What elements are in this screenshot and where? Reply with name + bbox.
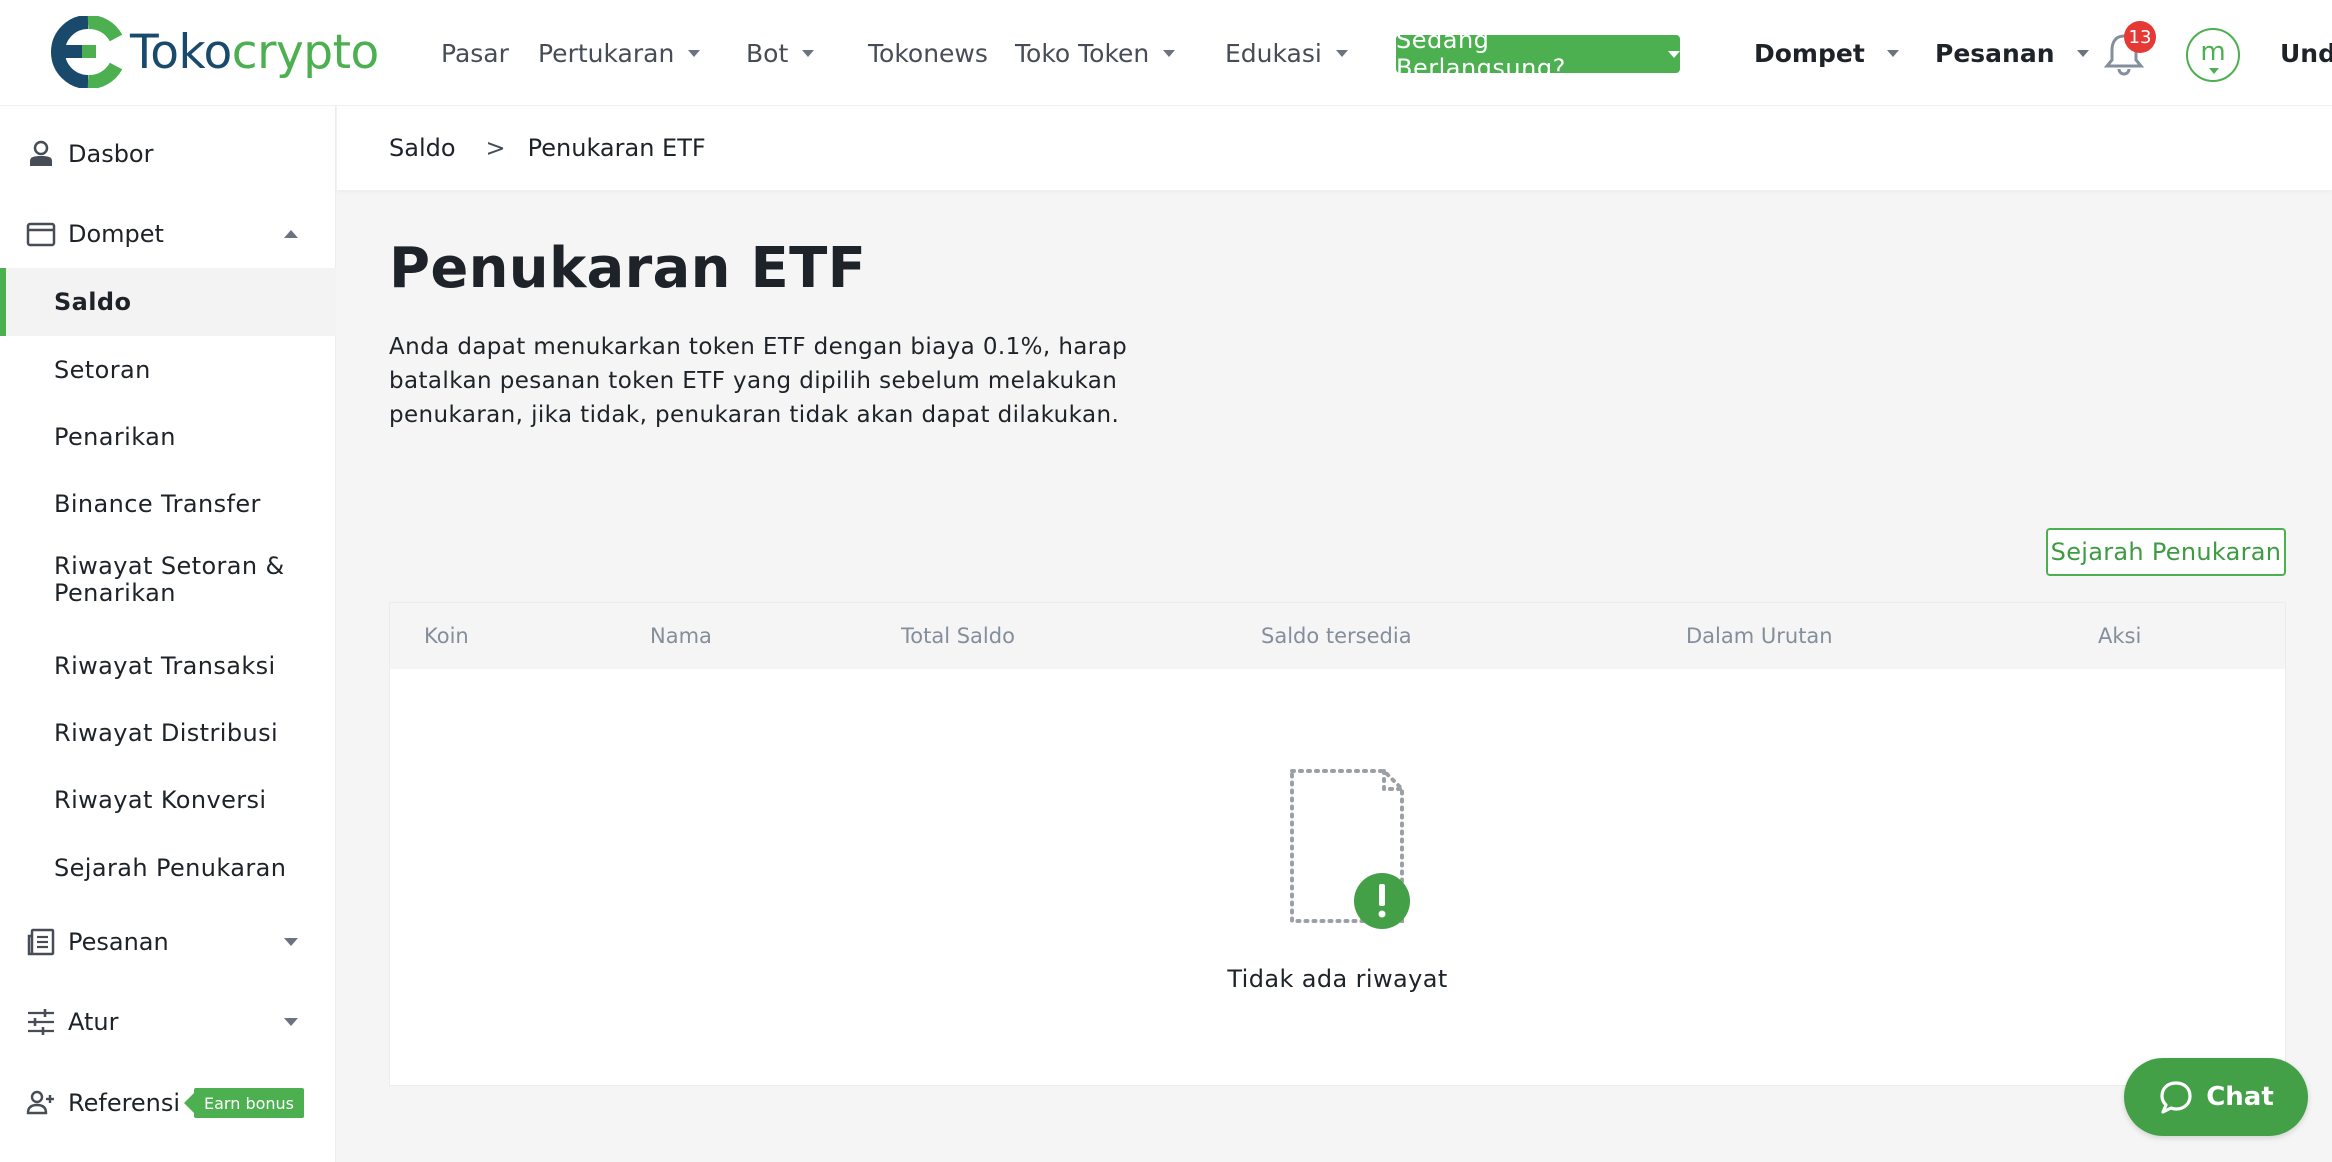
nav-pesanan-label: Pesanan: [1935, 38, 2055, 68]
sliders-icon: [28, 1009, 54, 1035]
top-navbar: Tokocrypto Pasar Pertukaran Bot Tokonews…: [0, 0, 2332, 106]
sidebar-sub-label: Sejarah Penukaran: [54, 854, 287, 882]
live-event-button[interactable]: Sedang Berlangsung?: [1396, 26, 1680, 82]
exchange-history-button[interactable]: Sejarah Penukaran: [2046, 528, 2286, 576]
column-header-aksi: Aksi: [2098, 624, 2142, 648]
live-event-label: Sedang Berlangsung?: [1396, 26, 1566, 82]
caret-down-icon: [688, 49, 701, 57]
tokocrypto-logo[interactable]: Tokocrypto: [48, 16, 379, 88]
column-header-koin: Koin: [424, 624, 469, 648]
caret-down-icon: [1163, 49, 1176, 57]
chat-button[interactable]: Chat: [2124, 1058, 2308, 1136]
nav-tokonews-label: Tokonews: [868, 38, 988, 68]
nav-dompet[interactable]: Dompet: [1754, 0, 1899, 106]
wallet-icon: [26, 222, 56, 247]
breadcrumb-separator: >: [485, 134, 506, 162]
nav-dompet-label: Dompet: [1754, 38, 1865, 68]
sidebar-item-label: Dompet: [68, 220, 164, 248]
add-user-icon: [26, 1090, 54, 1115]
sidebar-item-dasbor[interactable]: Dasbor: [0, 130, 336, 178]
sidebar-item-label: Atur: [68, 1008, 119, 1036]
nav-toko-token-label: Toko Token: [1015, 38, 1150, 68]
sidebar-item-pesanan[interactable]: Pesanan: [0, 918, 336, 966]
sidebar-sub-riwayat-transaksi[interactable]: Riwayat Transaksi: [0, 646, 336, 686]
chat-label: Chat: [2206, 1082, 2274, 1112]
user-avatar[interactable]: m: [2186, 28, 2240, 82]
sidebar-sub-label: Binance Transfer: [54, 490, 261, 518]
sidebar-item-label: Dasbor: [68, 140, 154, 168]
orders-list-icon: [27, 928, 55, 956]
chevron-up-icon: [284, 230, 298, 238]
sidebar-sub-sejarah-penukaran[interactable]: Sejarah Penukaran: [0, 848, 336, 888]
sidebar-sub-label: Setoran: [54, 356, 151, 384]
sidebar-sub-riwayat-konversi[interactable]: Riwayat Konversi: [0, 780, 336, 820]
nav-download-label: Undu: [2280, 38, 2332, 68]
etf-table: Koin Nama Total Saldo Saldo tersedia Dal…: [389, 602, 2286, 1086]
breadcrumb: Saldo > Penukaran ETF: [337, 106, 2332, 190]
sidebar-item-referensi[interactable]: Referensi Earn bonus: [0, 1079, 336, 1127]
nav-tokonews[interactable]: Tokonews: [868, 0, 988, 106]
breadcrumb-link-saldo[interactable]: Saldo: [389, 134, 456, 162]
sidebar-item-atur[interactable]: Atur: [0, 998, 336, 1046]
logo-wordmark-part2: crypto: [231, 24, 380, 80]
chevron-down-icon: [284, 1018, 298, 1026]
sidebar-sub-setoran[interactable]: Setoran: [0, 350, 336, 390]
sidebar-sub-label: Saldo: [54, 288, 132, 316]
nav-download[interactable]: Undu: [2280, 0, 2332, 106]
sidebar-sub-label: Riwayat Transaksi: [54, 652, 276, 680]
sidebar-sub-penarikan[interactable]: Penarikan: [0, 417, 336, 457]
nav-pertukaran[interactable]: Pertukaran: [538, 0, 701, 106]
sidebar-sub-label: Riwayat Distribusi: [54, 719, 279, 747]
caret-down-icon: [2076, 49, 2089, 57]
caret-down-icon: [1335, 49, 1348, 57]
earn-bonus-badge: Earn bonus: [184, 1088, 304, 1118]
sidebar-item-label: Pesanan: [68, 928, 169, 956]
chevron-down-icon: [284, 938, 298, 946]
sidebar-sub-label: Riwayat Setoran &: [54, 552, 285, 580]
nav-edukasi-label: Edukasi: [1225, 38, 1322, 68]
caret-down-icon: [1886, 49, 1899, 57]
sidebar-sub-label: Penarikan: [54, 579, 176, 607]
logo-wordmark: Tokocrypto: [130, 29, 379, 76]
nav-pasar-label: Pasar: [441, 38, 509, 68]
caret-down-icon: [2209, 68, 2219, 74]
sidebar-sub-riwayat-distribusi[interactable]: Riwayat Distribusi: [0, 713, 336, 753]
empty-state: Tidak ada riwayat: [390, 669, 2285, 1087]
sidebar-sub-saldo[interactable]: Saldo: [0, 268, 336, 336]
sidebar-sub-binance-transfer[interactable]: Binance Transfer: [0, 484, 336, 524]
nav-bot[interactable]: Bot: [746, 0, 815, 106]
sidebar-sub-riwayat-setoran-penarikan[interactable]: Riwayat Setoran & Penarikan: [0, 553, 336, 615]
breadcrumb-current: Penukaran ETF: [527, 134, 706, 162]
nav-bot-label: Bot: [746, 38, 789, 68]
sidebar-item-label: Referensi: [68, 1089, 181, 1117]
nav-pesanan[interactable]: Pesanan: [1935, 0, 2089, 106]
sidebar-sub-label: Riwayat Konversi: [54, 786, 267, 814]
empty-state-text: Tidak ada riwayat: [1227, 965, 1448, 993]
sidebar-sub-label: Penarikan: [54, 423, 176, 451]
sidebar-item-dompet[interactable]: Dompet: [0, 210, 336, 258]
user-icon: [30, 140, 52, 166]
tokocrypto-logo-icon: [51, 16, 123, 88]
column-header-dalam-urutan: Dalam Urutan: [1686, 624, 1833, 648]
sidebar: Dasbor Dompet Saldo Setoran Penarikan Bi…: [0, 106, 336, 1162]
column-header-nama: Nama: [650, 624, 712, 648]
page-title: Penukaran ETF: [389, 236, 867, 301]
caret-down-icon: [1668, 50, 1680, 58]
logo-wordmark-part1: Toko: [130, 24, 232, 80]
nav-edukasi[interactable]: Edukasi: [1225, 0, 1348, 106]
caret-down-icon: [802, 49, 815, 57]
page-description: Anda dapat menukarkan token ETF dengan b…: [389, 334, 1128, 428]
nav-pertukaran-label: Pertukaran: [538, 38, 675, 68]
notification-count-badge: 13: [2124, 21, 2156, 53]
nav-pasar[interactable]: Pasar: [441, 0, 509, 106]
empty-document-icon: [1290, 769, 1410, 929]
column-header-total-saldo: Total Saldo: [901, 624, 1015, 648]
avatar-letter: m: [2200, 37, 2226, 67]
column-header-saldo-tersedia: Saldo tersedia: [1261, 624, 1412, 648]
nav-toko-token[interactable]: Toko Token: [1015, 0, 1176, 106]
chat-bubble-icon: [2160, 1081, 2192, 1114]
table-header: Koin Nama Total Saldo Saldo tersedia Dal…: [390, 603, 2285, 669]
